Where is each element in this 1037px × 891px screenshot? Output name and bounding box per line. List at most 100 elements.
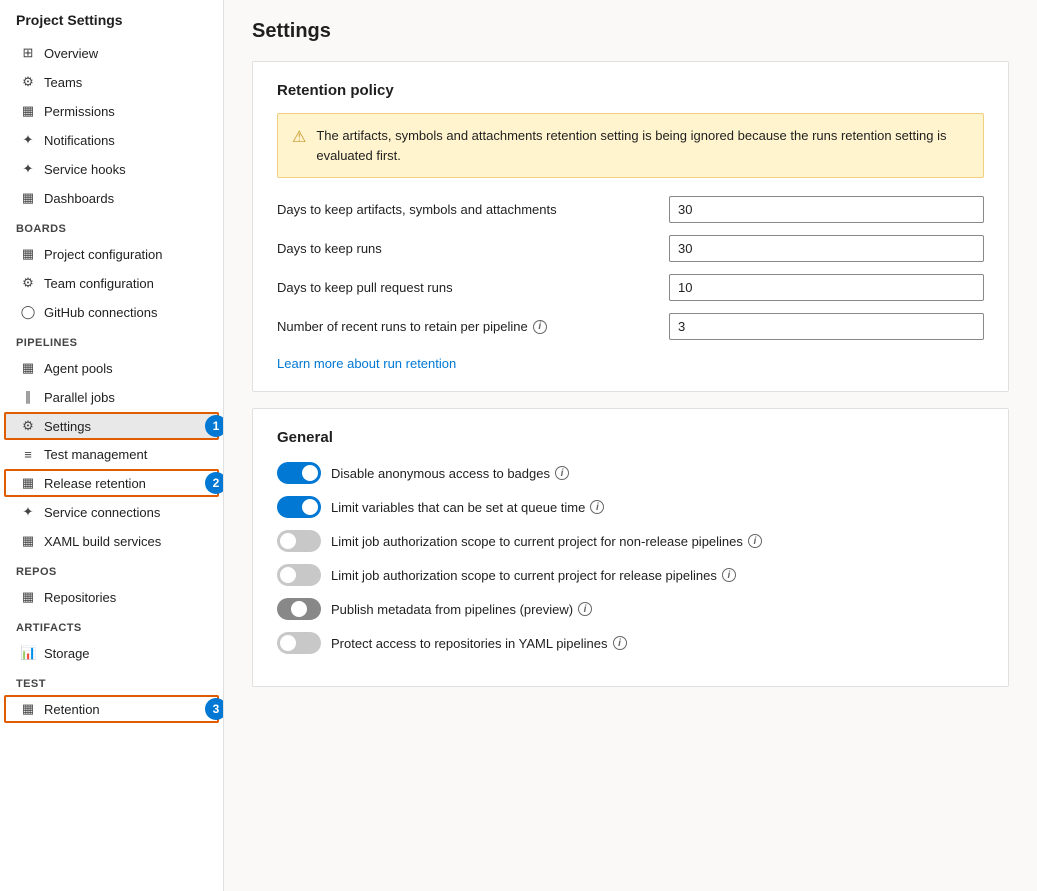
retention-icon: ▦ [20,701,36,717]
protect-repos-toggle[interactable] [277,632,321,654]
anon-access-info-icon[interactable]: i [555,466,569,480]
agent-pools-icon: ▦ [20,360,36,376]
toggle-row-job-auth-release: Limit job authorization scope to current… [277,564,984,586]
field-row-days-runs: Days to keep runs [277,235,984,262]
toggle-row-job-auth-non-release: Limit job authorization scope to current… [277,530,984,552]
sidebar-item-retention[interactable]: ▦Retention3 [4,695,219,723]
parallel-jobs-icon: ∥ [20,389,36,405]
job-auth-non-release-info-icon[interactable]: i [748,534,762,548]
sidebar-item-service-connections[interactable]: ✦ Service connections [4,498,219,526]
warning-banner: ⚠ The artifacts, symbols and attachments… [277,113,984,178]
xaml-build-services-label: XAML build services [44,534,161,549]
settings-label: Settings [44,419,91,434]
publish-metadata-info-icon[interactable]: i [578,602,592,616]
field-row-days-artifacts: Days to keep artifacts, symbols and atta… [277,196,984,223]
sidebar-section-test: Test [0,668,223,694]
sidebar-item-teams[interactable]: ⚙ Teams [4,68,219,96]
sidebar-item-github-connections[interactable]: ◯GitHub connections [4,298,219,326]
overview-label: Overview [44,46,98,61]
job-auth-non-release-toggle[interactable] [277,530,321,552]
github-connections-icon: ◯ [20,304,36,320]
release-retention-badge: 2 [205,472,224,494]
learn-more-link[interactable]: Learn more about run retention [277,356,456,371]
sidebar-item-settings[interactable]: ⚙Settings1 [4,412,219,440]
toggle-row-limit-variables: Limit variables that can be set at queue… [277,496,984,518]
job-auth-non-release-label: Limit job authorization scope to current… [331,534,762,549]
anon-access-slider [277,462,321,484]
sidebar-item-agent-pools[interactable]: ▦ Agent pools [4,354,219,382]
sidebar-item-repositories[interactable]: ▦Repositories [4,583,219,611]
retention-policy-title: Retention policy [277,82,984,99]
limit-variables-slider [277,496,321,518]
days-artifacts-input[interactable] [669,196,984,223]
sidebar-item-overview[interactable]: ⊞ Overview [4,39,219,67]
recent-runs-input[interactable] [669,313,984,340]
agent-pools-label: Agent pools [44,361,113,376]
publish-metadata-toggle[interactable] [277,598,321,620]
sidebar-item-service-hooks[interactable]: ✦Service hooks [4,155,219,183]
team-configuration-label: Team configuration [44,276,154,291]
project-configuration-icon: ▦ [20,246,36,262]
job-auth-non-release-slider [277,530,321,552]
sidebar-item-notifications[interactable]: ✦Notifications [4,126,219,154]
sidebar-item-permissions[interactable]: ▦Permissions [4,97,219,125]
recent-runs-label: Number of recent runs to retain per pipe… [277,319,657,334]
sidebar-title: Project Settings [0,0,223,38]
general-card: General Disable anonymous access to badg… [252,408,1009,687]
teams-icon: ⚙ [20,74,36,90]
settings-icon: ⚙ [20,418,36,434]
dashboards-label: Dashboards [44,191,114,206]
sidebar-item-team-configuration[interactable]: ⚙Team configuration [4,269,219,297]
limit-variables-info-icon[interactable]: i [590,500,604,514]
sidebar-item-dashboards[interactable]: ▦Dashboards [4,184,219,212]
days-runs-input[interactable] [669,235,984,262]
job-auth-release-label: Limit job authorization scope to current… [331,568,736,583]
sidebar: Project Settings ⊞Overview⚙Teams▦Permiss… [0,0,224,891]
permissions-label: Permissions [44,104,115,119]
anon-access-toggle[interactable] [277,462,321,484]
storage-label: Storage [44,646,90,661]
warning-icon: ⚠ [292,127,306,147]
protect-repos-info-icon[interactable]: i [613,636,627,650]
limit-variables-toggle[interactable] [277,496,321,518]
sidebar-item-project-configuration[interactable]: ▦ Project configuration [4,240,219,268]
toggle-row-protect-repos: Protect access to repositories in YAML p… [277,632,984,654]
protect-repos-label: Protect access to repositories in YAML p… [331,636,627,651]
overview-icon: ⊞ [20,45,36,61]
teams-label: Teams [44,75,82,90]
settings-badge: 1 [205,415,224,437]
project-configuration-label: Project configuration [44,247,163,262]
sidebar-item-test-management[interactable]: ≡Test management [4,441,219,468]
job-auth-release-slider [277,564,321,586]
publish-metadata-slider [277,598,321,620]
job-auth-release-toggle[interactable] [277,564,321,586]
retention-policy-card: Retention policy ⚠ The artifacts, symbol… [252,61,1009,392]
service-connections-icon: ✦ [20,504,36,520]
release-retention-icon: ▦ [20,475,36,491]
xaml-build-services-icon: ▦ [20,533,36,549]
field-row-recent-runs: Number of recent runs to retain per pipe… [277,313,984,340]
service-connections-label: Service connections [44,505,160,520]
days-pr-runs-input[interactable] [669,274,984,301]
main-content: Settings Retention policy ⚠ The artifact… [224,0,1037,891]
job-auth-release-info-icon[interactable]: i [722,568,736,582]
test-management-icon: ≡ [20,447,36,462]
sidebar-section-pipelines: Pipelines [0,327,223,353]
recent-runs-info-icon[interactable]: i [533,320,547,334]
days-pr-runs-label: Days to keep pull request runs [277,280,657,295]
service-hooks-label: Service hooks [44,162,126,177]
parallel-jobs-label: Parallel jobs [44,390,115,405]
sidebar-item-release-retention[interactable]: ▦Release retention2 [4,469,219,497]
anon-access-label: Disable anonymous access to badgesi [331,466,569,481]
days-artifacts-label: Days to keep artifacts, symbols and atta… [277,202,657,217]
sidebar-item-xaml-build-services[interactable]: ▦ XAML build services [4,527,219,555]
limit-variables-label: Limit variables that can be set at queue… [331,500,604,515]
release-retention-label: Release retention [44,476,146,491]
notifications-icon: ✦ [20,132,36,148]
days-runs-label: Days to keep runs [277,241,657,256]
sidebar-item-parallel-jobs[interactable]: ∥ Parallel jobs [4,383,219,411]
sidebar-item-storage[interactable]: 📊Storage [4,639,219,667]
field-row-days-pr-runs: Days to keep pull request runs [277,274,984,301]
warning-text: The artifacts, symbols and attachments r… [316,126,969,165]
general-title: General [277,429,984,446]
